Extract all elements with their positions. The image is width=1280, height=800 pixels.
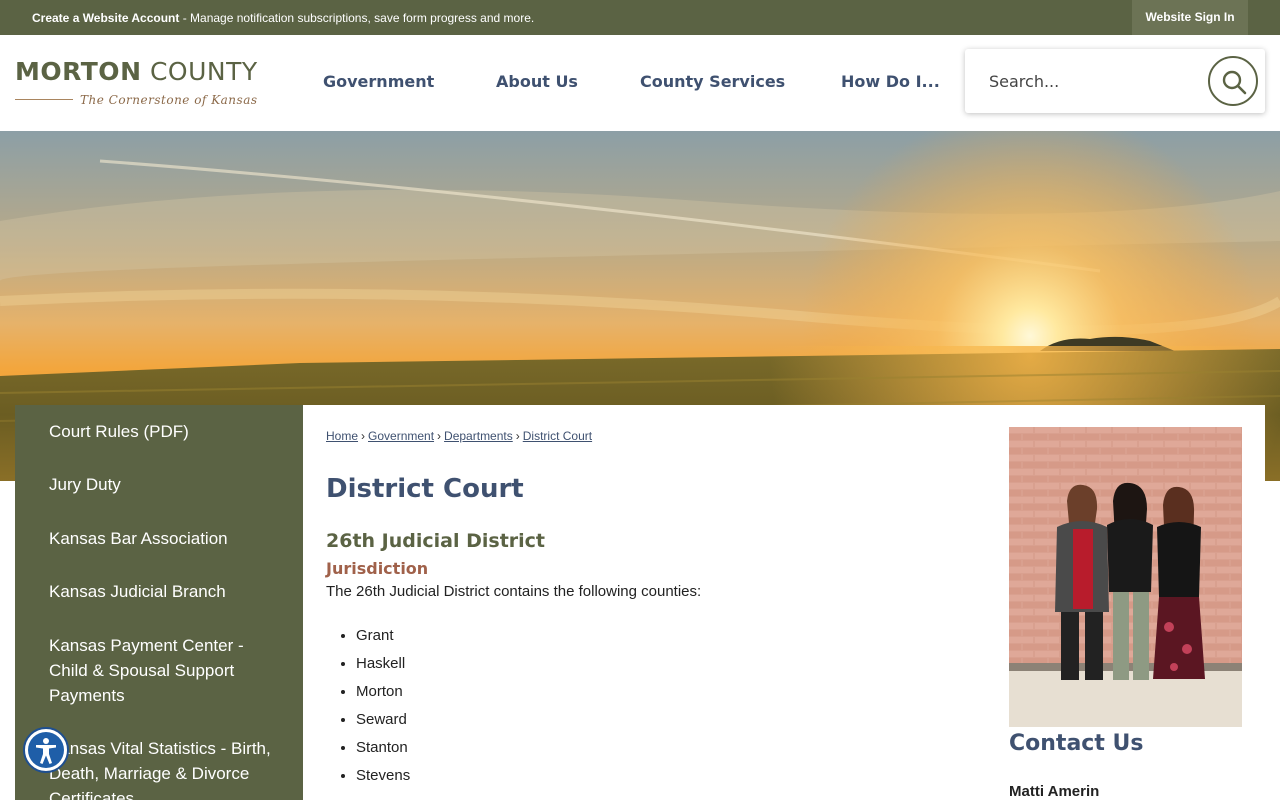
list-item: Stanton bbox=[356, 739, 410, 767]
create-account-banner[interactable]: Create a Website Account - Manage notifi… bbox=[32, 11, 534, 25]
search-input[interactable] bbox=[975, 59, 1195, 103]
intro-text: The 26th Judicial District contains the … bbox=[326, 583, 702, 600]
list-item: Grant bbox=[356, 627, 410, 655]
county-list: Grant Haskell Morton Seward Stanton Stev… bbox=[356, 627, 410, 795]
breadcrumb-departments[interactable]: Departments bbox=[444, 429, 513, 443]
sidebar-item-jury-duty[interactable]: Jury Duty bbox=[49, 472, 279, 497]
list-item: Haskell bbox=[356, 655, 410, 683]
list-item: Stevens bbox=[356, 767, 410, 795]
sidebar-item-kansas-judicial-branch[interactable]: Kansas Judicial Branch bbox=[49, 579, 279, 604]
logo-divider bbox=[15, 99, 73, 100]
breadcrumb-home[interactable]: Home bbox=[326, 429, 358, 443]
breadcrumb: Home › Government › Departments › District Cou… bbox=[326, 429, 593, 443]
sidebar-item-kansas-vital-statistics[interactable]: Kansas Vital Statistics - Birth, Death, … bbox=[49, 736, 279, 800]
sidebar-item-court-rules[interactable]: Court Rules (PDF) bbox=[49, 419, 279, 444]
sidebar-item-kansas-bar-association[interactable]: Kansas Bar Association bbox=[49, 526, 279, 551]
create-account-link[interactable]: Create a Website Account bbox=[32, 11, 179, 25]
breadcrumb-government[interactable]: Government bbox=[368, 429, 434, 443]
nav-county-services[interactable]: County Services bbox=[640, 35, 785, 131]
page-title: District Court bbox=[326, 474, 524, 504]
top-utility-bar: Create a Website Account - Manage notifi… bbox=[0, 0, 1280, 35]
create-account-description: - Manage notification subscriptions, sav… bbox=[179, 11, 535, 25]
accessibility-icon bbox=[28, 732, 64, 768]
list-item: Morton bbox=[356, 683, 410, 711]
nav-about-us[interactable]: About Us bbox=[496, 35, 578, 131]
section-heading: 26th Judicial District bbox=[326, 530, 546, 552]
logo-tagline: The Cornerstone of Kansas bbox=[80, 93, 258, 107]
search-box bbox=[965, 49, 1265, 113]
sidebar-item-kansas-payment-center[interactable]: Kansas Payment Center - Child & Spousal … bbox=[49, 633, 279, 708]
website-sign-in-button[interactable]: Website Sign In bbox=[1132, 0, 1248, 35]
site-header: MORTON COUNTY The Cornerstone of Kansas … bbox=[0, 35, 1280, 131]
breadcrumb-district-court[interactable]: District Court bbox=[523, 429, 592, 443]
contact-name: Matti Amerin bbox=[1009, 783, 1100, 800]
accessibility-button[interactable] bbox=[23, 727, 69, 773]
logo-title: MORTON COUNTY bbox=[15, 57, 258, 86]
main-content: Home › Government › Departments › District Cou… bbox=[303, 405, 1265, 800]
nav-government[interactable]: Government bbox=[323, 35, 434, 131]
search-button[interactable] bbox=[1208, 56, 1258, 106]
staff-photo bbox=[1009, 427, 1242, 727]
nav-how-do-i[interactable]: How Do I... bbox=[841, 35, 940, 131]
contact-us-heading: Contact Us bbox=[1009, 731, 1144, 756]
county-logo[interactable]: MORTON COUNTY The Cornerstone of Kansas bbox=[15, 57, 270, 107]
search-icon bbox=[1222, 70, 1247, 95]
list-item: Seward bbox=[356, 711, 410, 739]
subsection-heading: Jurisdiction bbox=[326, 559, 429, 578]
